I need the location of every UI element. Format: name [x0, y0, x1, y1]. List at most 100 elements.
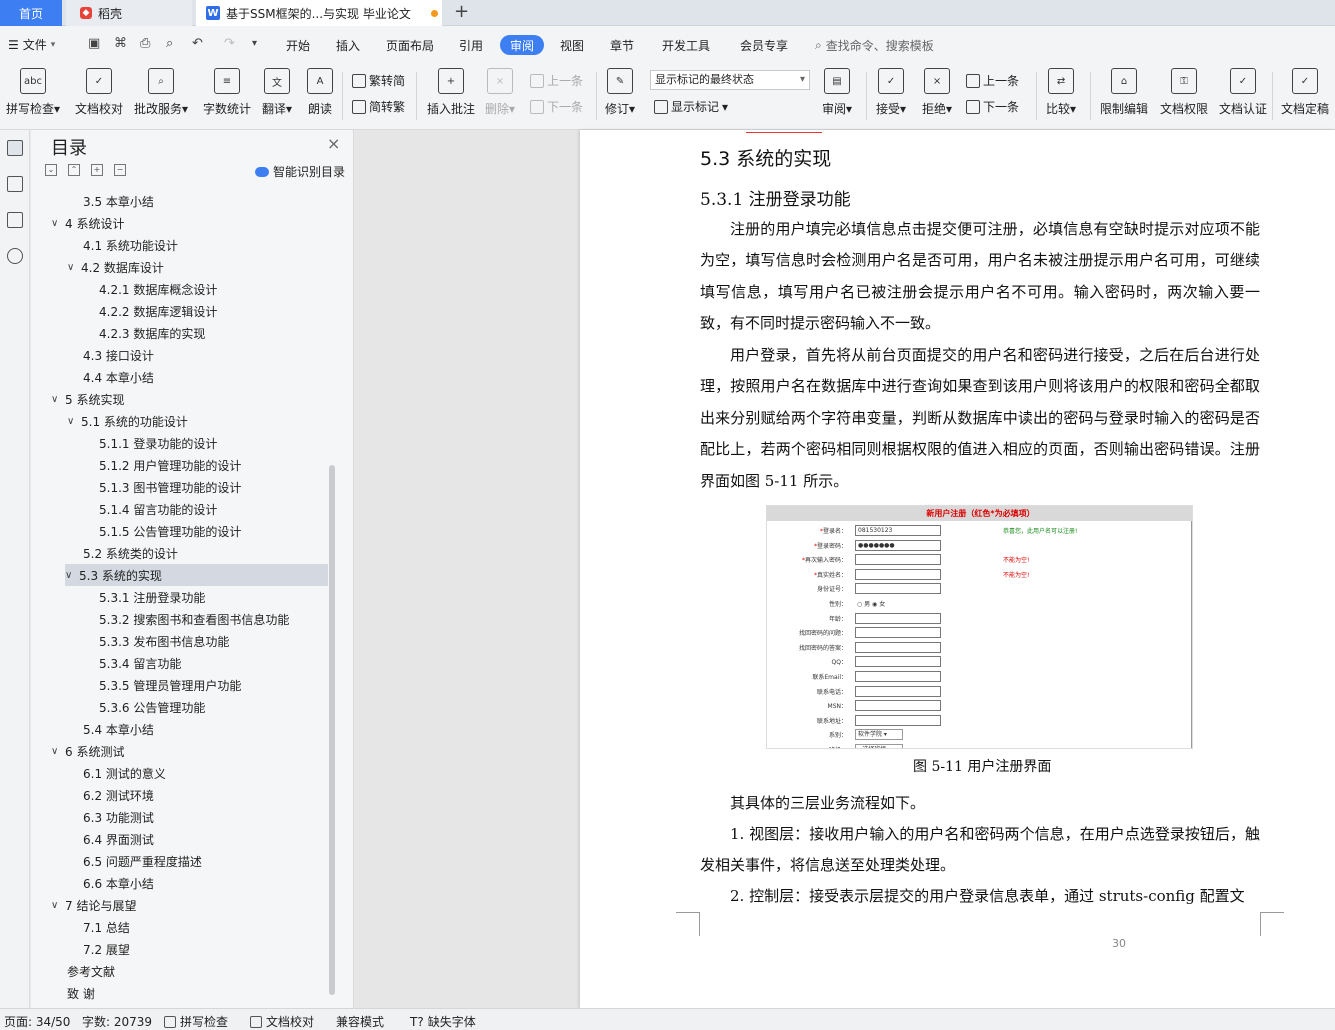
toc-item[interactable]: ∨ 5.1 系统的功能设计 [67, 410, 188, 432]
insert-comment-button[interactable]: + 插入批注 [427, 68, 475, 117]
toc-item[interactable]: ∨ 6 系统测试 [51, 740, 124, 762]
menu-view[interactable]: 视图 [560, 37, 584, 54]
next-change-button[interactable]: 下一条 [966, 98, 1019, 115]
toc-item[interactable]: 5.3.6 公告管理功能 [83, 696, 205, 718]
menu-review[interactable]: 审阅 [500, 35, 544, 55]
page-indicator[interactable]: 页面: 34/50 [4, 1013, 70, 1030]
form-input[interactable]: ●●●●●●● [855, 539, 941, 551]
menu-reference[interactable]: 引用 [459, 37, 483, 54]
command-search[interactable]: ⌕ 查找命令、搜索模板 [815, 37, 934, 54]
show-markup-button[interactable]: 显示标记 ▾ [654, 98, 728, 115]
collapse-all-icon[interactable]: ⌄ [45, 164, 57, 176]
toc-item[interactable]: ∨ 5 系统实现 [51, 388, 124, 410]
smart-toc-button[interactable]: 智能识别目录 [255, 163, 345, 180]
toc-item[interactable]: ∨ 4 系统设计 [51, 212, 124, 234]
toc-item[interactable]: 5.1.3 图书管理功能的设计 [83, 476, 241, 498]
toc-item[interactable]: 5.3.4 留言功能 [83, 652, 181, 674]
next-comment-button[interactable]: 下一条 [530, 98, 583, 115]
delete-comment-button[interactable]: × 删除▾ [485, 68, 515, 117]
toc-item[interactable]: 6.1 测试的意义 [67, 762, 166, 784]
toc-item[interactable]: 4.2.1 数据库概念设计 [83, 278, 217, 300]
toc-panel-icon[interactable] [7, 140, 23, 156]
file-menu[interactable]: ☰ 文件 ▾ [8, 36, 55, 53]
form-select[interactable]: 软件学院 ▾ [855, 729, 903, 741]
form-input[interactable] [855, 656, 941, 668]
print-preview-icon[interactable]: ⌕ [166, 36, 173, 51]
compare-button[interactable]: ⇄ 比较▾ [1046, 68, 1076, 117]
form-input[interactable]: 081530123 [855, 525, 941, 536]
form-input[interactable] [855, 554, 941, 566]
add-heading-icon[interactable]: + [91, 164, 103, 176]
menu-member[interactable]: 会员专享 [740, 37, 788, 54]
chevron-down-icon[interactable]: ∨ [67, 262, 81, 273]
menu-insert[interactable]: 插入 [336, 37, 360, 54]
toc-item[interactable]: 5.3.1 注册登录功能 [83, 586, 205, 608]
toc-item[interactable]: 致 谢 [51, 982, 95, 1004]
trad-to-simp-button[interactable]: 繁转简 [352, 72, 405, 89]
toc-item[interactable]: 5.1.1 登录功能的设计 [83, 432, 217, 454]
form-input[interactable] [855, 700, 941, 712]
chevron-down-icon[interactable]: ∨ [65, 570, 79, 581]
tab-daoke[interactable]: ◆ 稻壳 [66, 0, 192, 26]
missing-font-button[interactable]: T? 缺失字体 [410, 1013, 476, 1030]
toc-item[interactable]: ∨ 7 结论与展望 [51, 894, 136, 916]
form-input[interactable] [855, 612, 941, 624]
close-icon[interactable]: × [327, 134, 340, 153]
chevron-down-icon[interactable]: ∨ [51, 394, 65, 405]
toc-item[interactable]: ∨ 5.3 系统的实现 [65, 564, 328, 586]
form-input[interactable] [855, 685, 941, 697]
chevron-down-icon[interactable]: ∨ [51, 900, 65, 911]
tab-home[interactable]: 首页 [0, 0, 62, 26]
prev-change-button[interactable]: 上一条 [966, 72, 1019, 89]
read-aloud-button[interactable]: A 朗读 [307, 68, 333, 117]
toc-item[interactable]: 6.5 问题严重程度描述 [67, 850, 202, 872]
markup-state-select[interactable]: 显示标记的最终状态 [650, 70, 810, 90]
toc-item[interactable]: 4.2.2 数据库逻辑设计 [83, 300, 217, 322]
toc-item[interactable]: 6.3 功能测试 [67, 806, 154, 828]
document-certify-button[interactable]: ✓ 文档认证 [1219, 68, 1267, 117]
toc-item[interactable]: 6.2 测试环境 [67, 784, 154, 806]
toc-scrollbar[interactable] [329, 465, 335, 995]
document-permission-button[interactable]: ⚿ 文档权限 [1160, 68, 1208, 117]
toc-item[interactable]: 6.6 本章小结 [67, 872, 154, 894]
restrict-editing-button[interactable]: ⌂ 限制编辑 [1100, 68, 1148, 117]
expand-all-icon[interactable]: ⌃ [68, 164, 80, 176]
status-spell-check[interactable]: 拼写检查 [164, 1013, 228, 1030]
bookmark-icon[interactable] [7, 212, 23, 228]
track-changes-button[interactable]: ✎ 修订▾ [605, 68, 635, 117]
tab-document[interactable]: W 基于SSM框架的...与实现 毕业论文 [196, 0, 442, 26]
toc-item[interactable]: 4.3 接口设计 [67, 344, 154, 366]
toc-item[interactable]: 7.1 总结 [67, 916, 130, 938]
toc-item[interactable]: 3.5 本章小结 [67, 190, 154, 212]
toc-item[interactable]: 6.4 界面测试 [67, 828, 154, 850]
save-icon[interactable]: ▣ [88, 36, 100, 51]
redo-icon[interactable]: ↷ [224, 36, 235, 51]
toc-item[interactable]: 5.3.5 管理员管理用户功能 [83, 674, 241, 696]
format-painter-icon[interactable]: ⌘ [114, 36, 127, 51]
status-proofread[interactable]: 文档校对 [250, 1013, 314, 1030]
toc-item[interactable]: 5.3.2 搜索图书和查看图书信息功能 [83, 608, 289, 630]
form-input[interactable] [855, 641, 941, 653]
undo-icon[interactable]: ↶ [192, 36, 203, 51]
word-count-button[interactable]: ≡ 字数统计 [203, 68, 251, 117]
toc-item[interactable]: 4.1 系统功能设计 [67, 234, 178, 256]
gender-radio[interactable]: ○ 男 ◉ 女 [857, 599, 885, 608]
form-input[interactable] [855, 583, 941, 595]
chevron-down-icon[interactable]: ∨ [51, 218, 65, 229]
document-page[interactable]: 5.3 系统的实现 5.3.1 注册登录功能 注册的用户填完必填信息点击提交便可… [580, 130, 1335, 1008]
review-pane-button[interactable]: ▤ 审阅▾ [822, 68, 852, 117]
simp-to-trad-button[interactable]: 简转繁 [352, 98, 405, 115]
toc-item[interactable]: 5.3.3 发布图书信息功能 [83, 630, 229, 652]
menu-start[interactable]: 开始 [286, 37, 310, 54]
toc-item[interactable]: 5.2 系统类的设计 [67, 542, 178, 564]
form-input[interactable] [855, 671, 941, 682]
form-input[interactable] [855, 714, 941, 726]
menu-developer[interactable]: 开发工具 [662, 37, 710, 54]
form-input[interactable] [855, 568, 941, 580]
search-icon[interactable] [7, 248, 23, 264]
spell-check-button[interactable]: abc 拼写检查▾ [6, 68, 60, 117]
toc-item[interactable]: 5.1.4 留言功能的设计 [83, 498, 217, 520]
menu-chapter[interactable]: 章节 [610, 37, 634, 54]
batch-service-button[interactable]: ⌕ 批改服务▾ [134, 68, 188, 117]
toc-item[interactable]: 5.1.5 公告管理功能的设计 [83, 520, 241, 542]
